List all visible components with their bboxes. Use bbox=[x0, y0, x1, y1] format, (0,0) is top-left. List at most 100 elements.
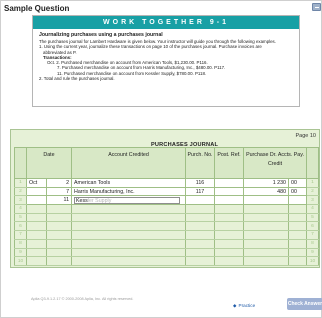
line-number: 1 bbox=[306, 178, 320, 188]
table-row: 55 bbox=[14, 213, 320, 223]
purch-no-field[interactable] bbox=[185, 248, 216, 258]
amount-cents-field[interactable] bbox=[288, 256, 308, 266]
line-number: 8 bbox=[14, 239, 27, 249]
day-field[interactable]: 7 bbox=[45, 186, 73, 197]
instructions-body: Journalizing purchases using a purchases… bbox=[33, 29, 299, 81]
account-field[interactable]: Harris Manufacturing, Inc. bbox=[71, 186, 187, 197]
instructions-panel: WORK TOGETHER 9-1 Journalizing purchases… bbox=[32, 15, 300, 107]
journal-page-number: Page 10 bbox=[295, 133, 317, 139]
day-field[interactable] bbox=[45, 204, 73, 214]
day-field[interactable] bbox=[45, 239, 73, 249]
post-ref-field[interactable] bbox=[214, 256, 245, 266]
amount-dollars-field[interactable] bbox=[243, 248, 290, 258]
amount-cents-field[interactable] bbox=[288, 239, 308, 249]
purch-no-field[interactable] bbox=[185, 195, 216, 206]
amount-cents-field[interactable] bbox=[288, 221, 308, 232]
amount-dollars-field[interactable]: 1 230 bbox=[243, 178, 290, 188]
line-number: 3 bbox=[14, 195, 27, 206]
amount-dollars-field[interactable] bbox=[243, 213, 290, 223]
line-number: 8 bbox=[306, 239, 320, 249]
day-field[interactable]: 2 bbox=[45, 178, 73, 188]
check-answer-button[interactable]: Check Answer bbox=[287, 298, 322, 310]
month-field[interactable]: Oct bbox=[26, 178, 47, 188]
purchases-journal: Page 10 PURCHASES JOURNAL Date Account C… bbox=[10, 129, 320, 268]
purch-no-field[interactable] bbox=[185, 221, 216, 232]
day-field[interactable] bbox=[45, 221, 73, 232]
amount-cents-field[interactable] bbox=[288, 204, 308, 214]
month-field[interactable] bbox=[26, 186, 47, 197]
month-field[interactable] bbox=[26, 239, 47, 249]
line-number: 1 bbox=[14, 178, 27, 188]
practice-link[interactable]: ◆ Practice bbox=[233, 303, 255, 309]
amount-cents-field[interactable]: 00 bbox=[288, 178, 308, 188]
account-field[interactable] bbox=[71, 221, 187, 232]
amount-dollars-field[interactable]: 480 bbox=[243, 186, 290, 197]
account-field[interactable]: American Tools bbox=[71, 178, 187, 188]
minimize-icon[interactable] bbox=[312, 3, 321, 11]
account-field[interactable] bbox=[71, 213, 187, 223]
month-field[interactable] bbox=[26, 204, 47, 214]
month-field[interactable] bbox=[26, 195, 47, 206]
purch-no-field[interactable] bbox=[185, 204, 216, 214]
day-field[interactable] bbox=[45, 213, 73, 223]
month-field[interactable] bbox=[26, 248, 47, 258]
practice-label: Practice bbox=[238, 303, 256, 308]
post-ref-field[interactable] bbox=[214, 221, 245, 232]
account-text-input[interactable]: Kessler Supply bbox=[74, 196, 180, 204]
post-ref-field[interactable] bbox=[214, 248, 245, 258]
purch-no-field[interactable] bbox=[185, 230, 216, 240]
line-number: 7 bbox=[14, 230, 27, 240]
col-account-header: Account Credited bbox=[71, 147, 187, 179]
line-number: 2 bbox=[306, 187, 320, 197]
col-line-left bbox=[14, 147, 27, 179]
account-field[interactable] bbox=[71, 239, 187, 249]
purch-no-field[interactable] bbox=[185, 256, 216, 266]
amount-dollars-field[interactable] bbox=[243, 256, 290, 266]
amount-cents-field[interactable] bbox=[288, 195, 308, 206]
post-ref-field[interactable] bbox=[214, 213, 245, 223]
day-field[interactable] bbox=[45, 248, 73, 258]
amount-dollars-field[interactable] bbox=[243, 230, 290, 240]
month-field[interactable] bbox=[26, 256, 47, 266]
post-ref-field[interactable] bbox=[214, 239, 245, 249]
purch-no-field[interactable]: 117 bbox=[185, 186, 216, 197]
amount-dollars-field[interactable] bbox=[243, 221, 290, 232]
table-row: 77 bbox=[14, 230, 320, 240]
amount-dollars-field[interactable] bbox=[243, 195, 290, 206]
post-ref-field[interactable] bbox=[214, 230, 245, 240]
line-number: 5 bbox=[14, 213, 27, 223]
amount-dollars-field[interactable] bbox=[243, 204, 290, 214]
account-field[interactable] bbox=[71, 256, 187, 266]
account-field[interactable] bbox=[71, 204, 187, 214]
purch-no-field[interactable]: 116 bbox=[185, 178, 216, 188]
line-number: 10 bbox=[306, 256, 320, 266]
amount-cents-field[interactable] bbox=[288, 213, 308, 223]
account-field-active[interactable]: Kessler Supply bbox=[71, 195, 187, 206]
month-field[interactable] bbox=[26, 230, 47, 240]
amount-dollars-field[interactable] bbox=[243, 239, 290, 249]
day-field[interactable] bbox=[45, 230, 73, 240]
purch-no-field[interactable] bbox=[185, 213, 216, 223]
month-field[interactable] bbox=[26, 221, 47, 232]
table-row: 1 Oct 2 American Tools 116 1 230 00 1 bbox=[14, 178, 320, 188]
month-field[interactable] bbox=[26, 213, 47, 223]
day-field[interactable] bbox=[45, 256, 73, 266]
table-row: 10 10 bbox=[14, 256, 320, 266]
amount-cents-field[interactable] bbox=[288, 248, 308, 258]
amount-cents-field[interactable] bbox=[288, 230, 308, 240]
line-number: 3 bbox=[306, 195, 320, 206]
line-number: 2 bbox=[14, 187, 27, 197]
post-ref-field[interactable] bbox=[214, 178, 245, 188]
post-ref-field[interactable] bbox=[214, 186, 245, 197]
purch-no-field[interactable] bbox=[185, 239, 216, 249]
post-ref-field[interactable] bbox=[214, 195, 245, 206]
col-amount-header: Purchase Dr. Accts. Pay. Credit bbox=[243, 147, 308, 179]
instructions-heading: Journalizing purchases using a purchases… bbox=[39, 32, 163, 38]
day-field[interactable]: 11 bbox=[45, 195, 73, 206]
post-ref-field[interactable] bbox=[214, 204, 245, 214]
amount-cents-field[interactable]: 00 bbox=[288, 186, 308, 197]
page-title: Sample Question bbox=[4, 4, 70, 13]
table-row: 88 bbox=[14, 239, 320, 249]
account-field[interactable] bbox=[71, 248, 187, 258]
account-field[interactable] bbox=[71, 230, 187, 240]
